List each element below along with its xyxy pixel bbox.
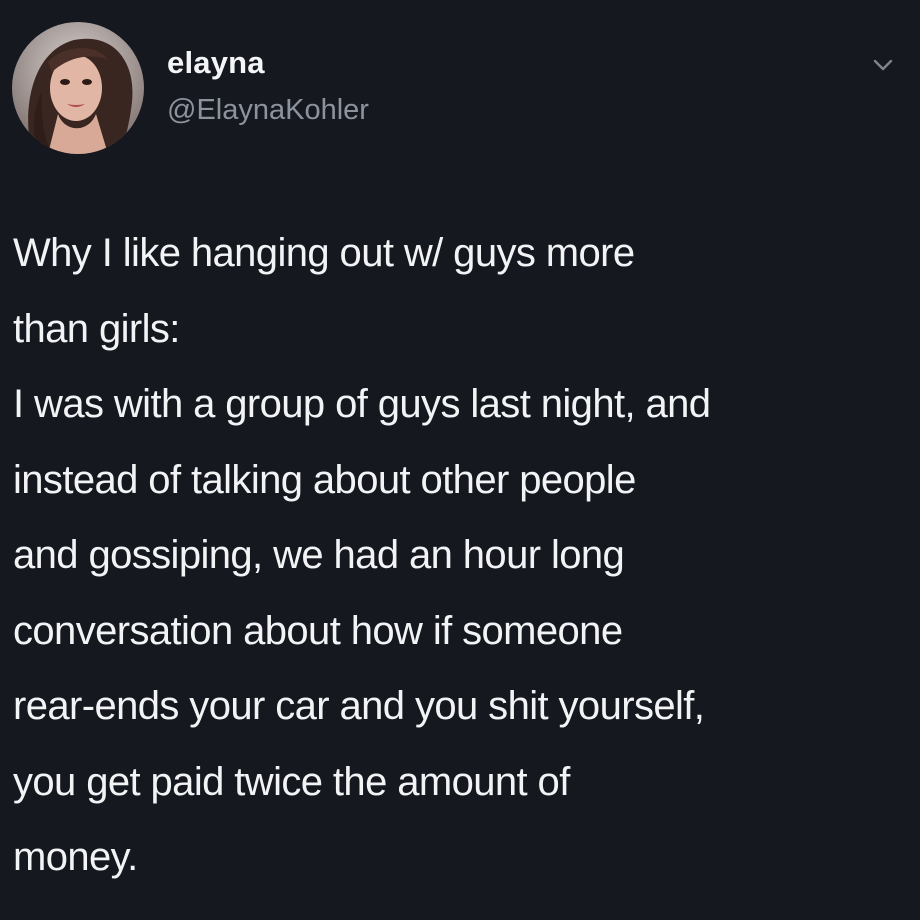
tweet-line: Why I like hanging out w/ guys more	[13, 231, 635, 275]
tweet-card: elayna @ElaynaKohler Why I like hanging …	[0, 0, 920, 920]
profile-photo-icon	[12, 22, 144, 154]
tweet-line: I was with a group of guys last night, a…	[13, 382, 711, 426]
tweet-line: you get paid twice the amount of	[13, 759, 570, 804]
user-handle[interactable]: @ElaynaKohler	[167, 92, 369, 128]
tweet-line: and gossiping, we had an hour long	[13, 533, 625, 577]
tweet-line: money.	[13, 835, 138, 879]
display-name[interactable]: elayna	[167, 43, 265, 83]
avatar[interactable]	[12, 22, 144, 154]
chevron-down-icon	[873, 59, 893, 71]
tweet-line: instead of talking about other people	[13, 457, 636, 502]
tweet-line: than girls:	[13, 306, 180, 351]
tweet-line: rear-ends your car and you shit yourself…	[13, 684, 705, 728]
tweet-line: conversation about how if someone	[13, 608, 623, 653]
tweet-menu-button[interactable]	[868, 50, 898, 80]
tweet-text: Why I like hanging out w/ guys more than…	[13, 216, 913, 896]
